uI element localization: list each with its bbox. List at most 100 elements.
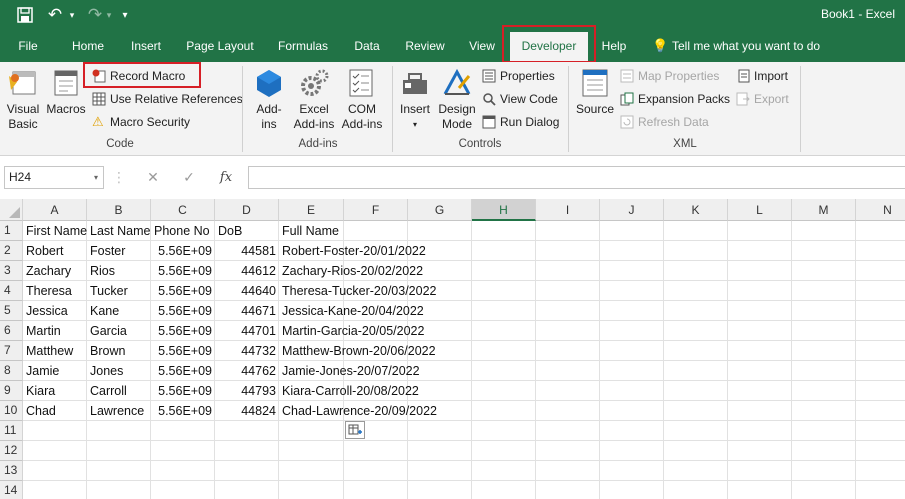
xml-source-button[interactable]: Source [574, 68, 616, 117]
design-mode-button[interactable]: Design Mode [436, 68, 478, 132]
undo-icon[interactable]: ↶ [44, 4, 66, 26]
cancel-icon[interactable]: ✕ [142, 166, 164, 189]
tab-page-layout[interactable]: Page Layout [180, 30, 260, 62]
enter-icon[interactable]: ✓ [178, 166, 200, 189]
column-header-k[interactable]: K [664, 199, 728, 221]
cell-d7[interactable]: 44732 [216, 341, 279, 360]
cell-a2[interactable]: Robert [24, 241, 87, 260]
cell-a4[interactable]: Theresa [24, 281, 87, 300]
cell-a9[interactable]: Kiara [24, 381, 87, 400]
macro-security-button[interactable]: ⚠ Macro Security [90, 112, 190, 132]
cell-b7[interactable]: Brown [88, 341, 151, 360]
tab-data[interactable]: Data [346, 30, 388, 62]
cell-d4[interactable]: 44640 [216, 281, 279, 300]
cell-b10[interactable]: Lawrence [88, 401, 151, 420]
cell-d10[interactable]: 44824 [216, 401, 279, 420]
cell-e3[interactable]: Zachary-Rios-20/02/2022 [280, 261, 480, 280]
column-header-d[interactable]: D [215, 199, 279, 221]
export-button[interactable]: Export [734, 89, 789, 109]
tab-home[interactable]: Home [64, 30, 112, 62]
cell-b6[interactable]: Garcia [88, 321, 151, 340]
cell-a10[interactable]: Chad [24, 401, 87, 420]
tab-developer[interactable]: Developer [510, 32, 588, 62]
save-icon[interactable] [14, 4, 36, 26]
cell-c8[interactable]: 5.56E+09 [152, 361, 215, 380]
cell-c4[interactable]: 5.56E+09 [152, 281, 215, 300]
com-add-ins-button[interactable]: COM Add-ins [338, 68, 386, 132]
view-code-button[interactable]: View Code [480, 89, 558, 109]
cell-a5[interactable]: Jessica [24, 301, 87, 320]
cell-d5[interactable]: 44671 [216, 301, 279, 320]
map-properties-button[interactable]: Map Properties [618, 66, 719, 86]
cell-e9[interactable]: Kiara-Carroll-20/08/2022 [280, 381, 480, 400]
cell-b5[interactable]: Kane [88, 301, 151, 320]
column-header-j[interactable]: J [600, 199, 664, 221]
tab-insert[interactable]: Insert [124, 30, 168, 62]
row-header-4[interactable]: 4 [0, 281, 23, 301]
visual-basic-button[interactable]: Visual Basic [4, 68, 42, 132]
cell-c7[interactable]: 5.56E+09 [152, 341, 215, 360]
cell-a7[interactable]: Matthew [24, 341, 87, 360]
cell-e2[interactable]: Robert-Foster-20/01/2022 [280, 241, 480, 260]
cell-d1[interactable]: DoB [216, 221, 279, 240]
cell-c6[interactable]: 5.56E+09 [152, 321, 215, 340]
cell-e8[interactable]: Jamie-Jones-20/07/2022 [280, 361, 480, 380]
insert-control-button[interactable]: Insert ▾ [396, 68, 434, 132]
customize-qat-icon[interactable]: ▾ [118, 4, 132, 26]
select-all-corner[interactable] [0, 199, 23, 221]
formula-input[interactable] [248, 166, 905, 189]
refresh-data-button[interactable]: Refresh Data [618, 112, 709, 132]
row-header-8[interactable]: 8 [0, 361, 23, 381]
row-header-5[interactable]: 5 [0, 301, 23, 321]
cell-d2[interactable]: 44581 [216, 241, 279, 260]
redo-dropdown-icon[interactable]: ▾ [104, 4, 114, 26]
row-header-11[interactable]: 11 [0, 421, 23, 441]
macros-button[interactable]: Macros [45, 68, 87, 117]
cell-e6[interactable]: Martin-Garcia-20/05/2022 [280, 321, 480, 340]
cell-e5[interactable]: Jessica-Kane-20/04/2022 [280, 301, 480, 320]
add-ins-button[interactable]: Add- ins [250, 68, 288, 132]
column-header-l[interactable]: L [728, 199, 792, 221]
cell-c3[interactable]: 5.56E+09 [152, 261, 215, 280]
cell-e4[interactable]: Theresa-Tucker-20/03/2022 [280, 281, 480, 300]
cell-d8[interactable]: 44762 [216, 361, 279, 380]
cell-c10[interactable]: 5.56E+09 [152, 401, 215, 420]
cell-a6[interactable]: Martin [24, 321, 87, 340]
properties-button[interactable]: Properties [480, 66, 555, 86]
column-header-b[interactable]: B [87, 199, 151, 221]
cell-d3[interactable]: 44612 [216, 261, 279, 280]
row-header-14[interactable]: 14 [0, 481, 23, 499]
column-header-i[interactable]: I [536, 199, 600, 221]
row-header-9[interactable]: 9 [0, 381, 23, 401]
cell-b3[interactable]: Rios [88, 261, 151, 280]
cell-b8[interactable]: Jones [88, 361, 151, 380]
import-button[interactable]: Import [734, 66, 788, 86]
column-header-n[interactable]: N [856, 199, 905, 221]
cell-a3[interactable]: Zachary [24, 261, 87, 280]
cell-b9[interactable]: Carroll [88, 381, 151, 400]
row-header-13[interactable]: 13 [0, 461, 23, 481]
row-header-10[interactable]: 10 [0, 401, 23, 421]
cell-b2[interactable]: Foster [88, 241, 151, 260]
excel-add-ins-button[interactable]: Excel Add-ins [290, 68, 338, 132]
expansion-packs-button[interactable]: Expansion Packs [618, 89, 730, 109]
quick-analysis-icon[interactable] [345, 421, 365, 439]
column-header-g[interactable]: G [408, 199, 472, 221]
cell-e10[interactable]: Chad-Lawrence-20/09/2022 [280, 401, 480, 420]
row-header-12[interactable]: 12 [0, 441, 23, 461]
undo-dropdown-icon[interactable]: ▾ [66, 4, 78, 26]
tab-view[interactable]: View [462, 30, 502, 62]
cell-b4[interactable]: Tucker [88, 281, 151, 300]
worksheet-grid[interactable]: A B C D E F G H I J K L M N 1 2 3 4 5 6 7 8 9 10 11 12 13 14 First N… [0, 199, 905, 499]
row-header-3[interactable]: 3 [0, 261, 23, 281]
column-header-h[interactable]: H [472, 199, 536, 221]
cell-c9[interactable]: 5.56E+09 [152, 381, 215, 400]
column-header-c[interactable]: C [151, 199, 215, 221]
cell-d9[interactable]: 44793 [216, 381, 279, 400]
row-header-7[interactable]: 7 [0, 341, 23, 361]
row-header-1[interactable]: 1 [0, 221, 23, 241]
cell-b1[interactable]: Last Name [88, 221, 151, 240]
record-macro-button[interactable]: Record Macro [90, 66, 185, 86]
tab-review[interactable]: Review [398, 30, 452, 62]
cell-c1[interactable]: Phone No [152, 221, 215, 240]
